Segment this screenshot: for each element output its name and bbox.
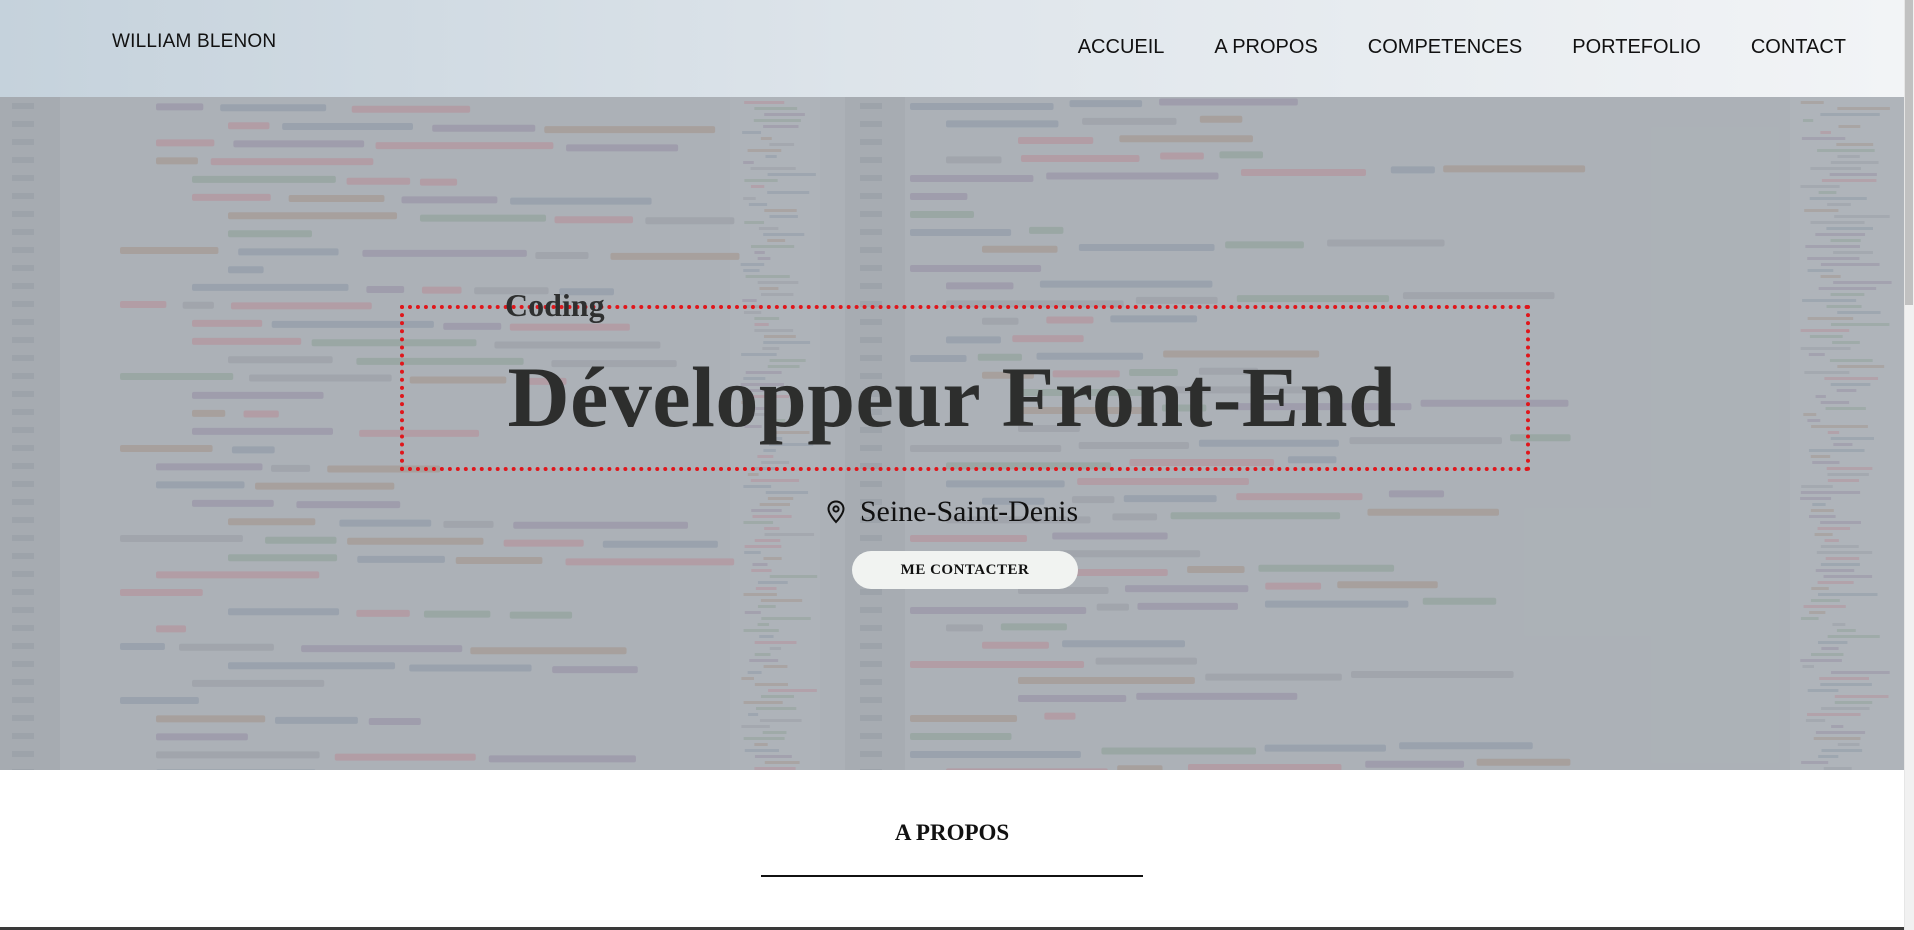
hero-location: Seine-Saint-Denis: [0, 495, 1904, 529]
nav-competences[interactable]: COMPETENCES: [1368, 36, 1522, 59]
about-divider: [761, 875, 1143, 877]
hero-headline: Développeur Front-End: [507, 349, 1397, 445]
location-text: Seine-Saint-Denis: [859, 495, 1079, 528]
site-brand[interactable]: WILLIAM BLENON: [112, 31, 276, 53]
nav-a-propos[interactable]: A PROPOS: [1214, 36, 1317, 59]
map-pin-icon: [827, 500, 845, 524]
main-nav: ACCUEIL A PROPOS COMPETENCES PORTEFOLIO …: [1028, 36, 1846, 59]
nav-portefolio[interactable]: PORTEFOLIO: [1572, 36, 1701, 59]
scrollbar-thumb[interactable]: [1905, 0, 1913, 305]
about-section: A PROPOS: [0, 770, 1904, 930]
contact-button[interactable]: ME CONTACTER: [852, 551, 1078, 589]
about-title: A PROPOS: [894, 820, 1010, 845]
nav-contact[interactable]: CONTACT: [1751, 36, 1846, 59]
hero-kicker: Coding: [505, 287, 605, 323]
page-scrollbar[interactable]: [1904, 0, 1914, 930]
nav-accueil[interactable]: ACCUEIL: [1078, 36, 1165, 59]
site-header: WILLIAM BLENON ACCUEIL A PROPOS COMPETEN…: [0, 0, 1904, 97]
hero-section: Coding Développeur Front-End Seine-Saint…: [0, 97, 1904, 770]
